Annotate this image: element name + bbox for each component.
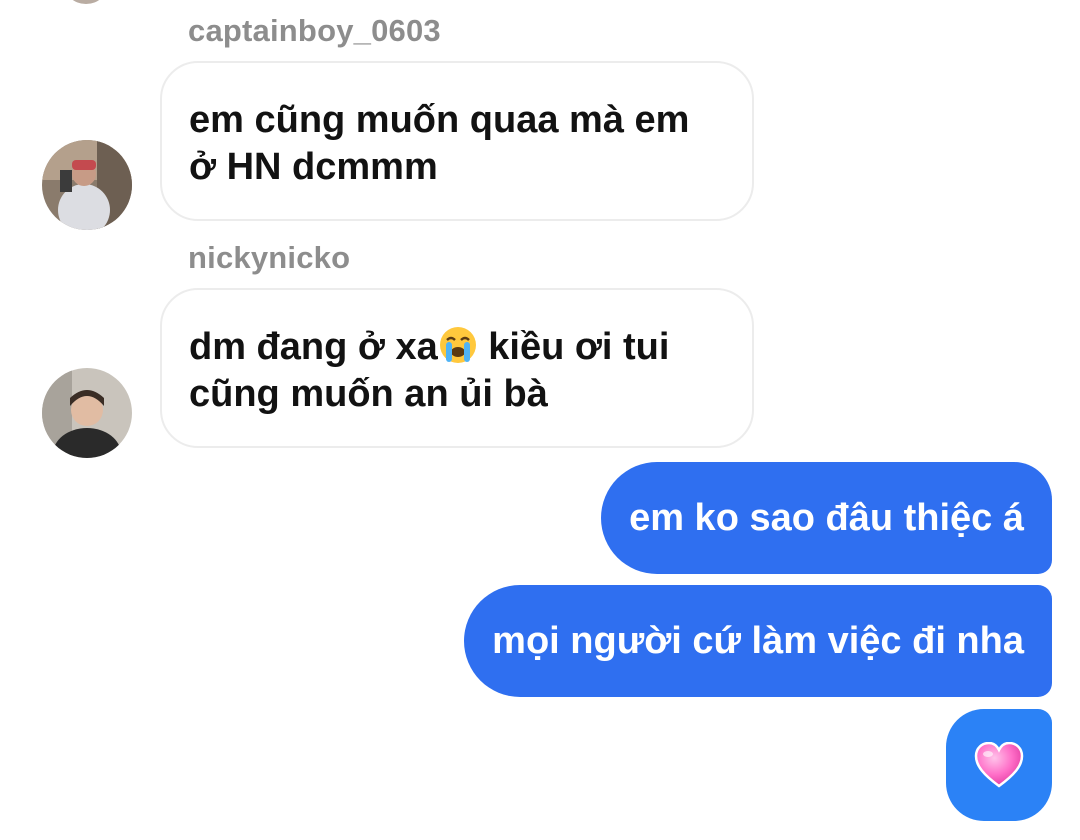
- message-text-line: dm đang ở xa kiều ơi tui: [189, 324, 726, 371]
- message-text-line: cũng muốn an ủi bà: [189, 373, 548, 415]
- loudly-crying-face-icon: [439, 327, 476, 363]
- message-text-line: ở HN dcmmm: [189, 146, 438, 188]
- avatar-photo-icon: [42, 140, 132, 230]
- avatar[interactable]: [63, 0, 109, 4]
- message-text: dm đang ở xa: [189, 326, 438, 368]
- sender-name: nickynicko: [188, 240, 351, 275]
- pink-heart-icon: [974, 742, 1024, 788]
- sender-name: captainboy_0603: [188, 13, 441, 48]
- message-text: kiều ơi tui: [477, 326, 670, 368]
- outgoing-message-bubble[interactable]: em ko sao đâu thiệc á: [601, 462, 1052, 574]
- incoming-message-bubble[interactable]: em cũng muốn quaa mà em ở HN dcmmm: [160, 61, 754, 221]
- outgoing-message-bubble[interactable]: mọi người cứ làm việc đi nha: [464, 585, 1052, 697]
- message-text-line: em cũng muốn quaa mà em: [189, 99, 690, 141]
- avatar[interactable]: [42, 140, 132, 230]
- avatar[interactable]: [42, 368, 132, 458]
- incoming-message-bubble[interactable]: dm đang ở xa kiều ơi tui cũng muốn an ủi…: [160, 288, 754, 448]
- outgoing-message-bubble[interactable]: [946, 709, 1052, 821]
- avatar-photo-icon: [42, 368, 132, 458]
- chat-thread: captainboy_0603 em cũng muốn quaa mà em …: [0, 0, 1080, 840]
